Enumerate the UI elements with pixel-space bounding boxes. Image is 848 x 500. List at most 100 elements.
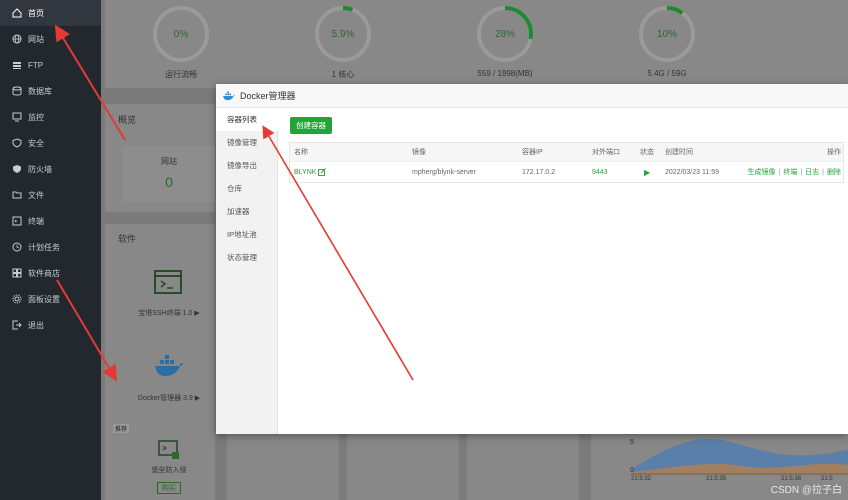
ssh-terminal-icon[interactable] [154, 270, 182, 294]
col-port: 对外端口 [592, 149, 620, 156]
dialog-tabs: 容器列表 镜像管理 镜像导出 仓库 加速器 IP地址池 状态管理 [216, 108, 278, 434]
tab-6[interactable]: 状态管理 [216, 246, 277, 269]
sidebar-item-3[interactable]: 数据库 [0, 78, 101, 104]
sidebar: 首页网站 FTP 数据库监控安全防火墙文件终端计划任务软件商店面板设置退出 [0, 0, 101, 500]
logout-icon [12, 320, 22, 330]
container-name-cell[interactable]: BLYNK [294, 162, 327, 182]
sidebar-item-11[interactable]: 面板设置 [0, 286, 101, 312]
docker-manager-dialog: Docker管理器 容器列表 镜像管理 镜像导出 仓库 加速器 IP地址池 状态管理 创建容… [216, 84, 848, 434]
edit-icon[interactable] [318, 168, 327, 176]
folder-icon [12, 190, 22, 200]
col-status: 状态 [640, 149, 654, 156]
container-image: mpherg/blynk-server [412, 168, 476, 176]
docker-icon [222, 90, 236, 101]
dialog-header[interactable]: Docker管理器 [216, 84, 848, 108]
tab-1[interactable]: 镜像管理 [216, 131, 277, 154]
container-ip: 172.17.0.2 [522, 168, 556, 176]
delete-link[interactable]: 删除 [827, 167, 841, 177]
sidebar-item-7[interactable]: 文件 [0, 182, 101, 208]
create-container-button[interactable]: 创建容器 [290, 117, 332, 134]
container-list-panel: 创建容器 名称 镜像 容器IP 对外端口 状态 创建时间 操作 BLYNK mp… [288, 116, 844, 434]
sidebar-item-6[interactable]: 防火墙 [0, 156, 101, 182]
row-actions: 生成镜像 | 终端 | 日志 | 删除 [748, 162, 841, 182]
sidebar-item-label: 文件 [28, 190, 44, 200]
sidebar-item-12[interactable]: 退出 [0, 312, 101, 338]
gauge-3[interactable]: 10% [637, 4, 697, 64]
globe-icon [12, 34, 22, 44]
sidebar-item-label: 首页 [28, 8, 44, 18]
site-count[interactable]: 0 [123, 174, 215, 190]
gear-icon [12, 294, 22, 304]
tab-0[interactable]: 容器列表 [216, 108, 278, 131]
sidebar-item-4[interactable]: 监控 [0, 104, 101, 130]
docker-whale-icon[interactable] [154, 354, 184, 378]
buy-button[interactable]: 购买 [157, 482, 181, 494]
sidebar-item-label: 退出 [28, 320, 44, 330]
col-name[interactable]: 名称 [294, 143, 308, 161]
tab-3[interactable]: 仓库 [216, 177, 277, 200]
software-protect-label[interactable]: 堡垒防入侵 [123, 465, 215, 475]
sidebar-item-label: 软件商店 [28, 268, 60, 278]
tab-2[interactable]: 镜像导出 [216, 154, 277, 177]
sidebar-item-8[interactable]: 终端 [0, 208, 101, 234]
gauge-caption: 5.4G / 59G [647, 69, 687, 78]
gauge-caption: 运行流畅 [165, 70, 197, 79]
generate-image-link[interactable]: 生成镜像 [748, 167, 776, 177]
separator: | [822, 168, 824, 176]
intrusion-shield-icon[interactable] [158, 440, 180, 460]
logs-link[interactable]: 日志 [805, 167, 819, 177]
sidebar-item-label: 安全 [28, 138, 44, 148]
gauge-value: 5.9% [331, 28, 355, 40]
ftp-icon [12, 60, 22, 70]
firewall-icon [12, 164, 22, 174]
sidebar-item-label: 监控 [28, 112, 44, 122]
sidebar-item-label: 计划任务 [28, 242, 60, 252]
terminal-link[interactable]: 终端 [783, 167, 797, 177]
gauge-2[interactable]: 28% [475, 4, 535, 64]
table-header: 名称 镜像 容器IP 对外端口 状态 创建时间 操作 [290, 143, 843, 162]
overview-title: 概览 [118, 115, 137, 125]
database-icon [12, 86, 22, 96]
container-port[interactable]: 9443 [592, 162, 608, 182]
site-label: 网站 [161, 157, 177, 166]
separator: | [800, 168, 803, 176]
chart-x-tick-1: 21:5:32 [630, 476, 652, 482]
container-status-play-icon[interactable]: ▶ [644, 162, 650, 182]
tab-4[interactable]: 加速器 [216, 200, 277, 223]
sidebar-item-0[interactable]: 首页 [0, 0, 101, 26]
chart-y-tick-0: 0 [630, 467, 634, 474]
dialog-title: Docker管理器 [240, 91, 296, 101]
tab-5[interactable]: IP地址池 [216, 223, 277, 246]
col-image: 镜像 [412, 149, 426, 156]
gauge-value: 0% [173, 28, 189, 40]
watermark: CSDN @拉子白 [770, 485, 842, 496]
gauge-0[interactable]: 0% [151, 4, 211, 64]
software-docker-label[interactable]: Docker管理器 3.9 ▶ [123, 393, 215, 403]
sidebar-item-2[interactable]: FTP [0, 52, 101, 78]
sidebar-item-9[interactable]: 计划任务 [0, 234, 101, 260]
sidebar-item-10[interactable]: 软件商店 [0, 260, 101, 286]
sidebar-item-label: 数据库 [28, 86, 52, 96]
chart-y-tick-5: 5 [630, 439, 634, 446]
table-row: BLYNK mpherg/blynk-server 172.17.0.2 944… [290, 162, 843, 182]
gauge-value: 10% [656, 28, 677, 40]
container-name[interactable]: BLYNK [294, 169, 316, 176]
sidebar-item-1[interactable]: 网站 [0, 26, 101, 52]
gauge-value: 28% [494, 28, 515, 40]
traffic-chart [631, 439, 848, 475]
sidebar-item-label: FTP [28, 60, 44, 70]
col-created: 创建时间 [665, 149, 693, 156]
sidebar-item-label: 面板设置 [28, 294, 60, 304]
gauge-1[interactable]: 5.9% [313, 4, 373, 64]
gauge-caption: 559 / 1998(MB) [477, 69, 533, 78]
clock-icon [12, 242, 22, 252]
sidebar-item-label: 防火墙 [28, 164, 52, 174]
sidebar-item-5[interactable]: 安全 [0, 130, 101, 156]
sidebar-item-label: 网站 [28, 34, 44, 44]
col-actions: 操作 [827, 149, 841, 156]
container-created: 2022/03/23 11:59 [665, 168, 719, 176]
software-ssh-label[interactable]: 宝塔SSH终端 1.0 ▶ [123, 308, 215, 318]
monitor-icon [12, 112, 22, 122]
terminal-icon [12, 216, 22, 226]
col-ip: 容器IP [522, 149, 543, 156]
